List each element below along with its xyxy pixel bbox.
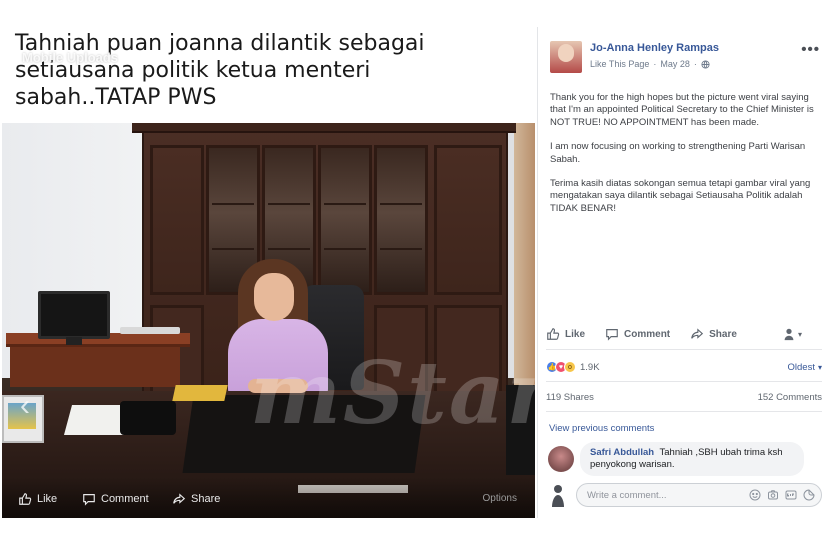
post-header: Jo-Anna Henley Rampas Like This Page · M… <box>550 37 820 77</box>
shelf <box>268 248 310 250</box>
photo-like-label: Like <box>37 493 58 505</box>
share-icon <box>691 328 704 339</box>
composer-tools <box>749 489 815 501</box>
chevron-left-icon[interactable]: ‹ <box>20 389 30 423</box>
more-options-icon[interactable]: ••• <box>801 41 820 58</box>
sticker-icon[interactable] <box>803 489 815 501</box>
divider <box>546 349 822 350</box>
like-label: Like <box>565 328 586 340</box>
post-stats: 119 Shares 152 Comments <box>546 392 822 403</box>
thumbs-up-icon <box>547 328 560 340</box>
shelf <box>380 248 422 250</box>
cabinet-glass-door <box>318 145 372 295</box>
photo-share-button[interactable]: Share <box>172 492 220 506</box>
shares-count[interactable]: 119 Shares <box>546 392 594 403</box>
shelf <box>324 248 366 250</box>
office-photo: mStar ‹ <box>2 121 535 518</box>
emoji-icon[interactable] <box>749 489 761 501</box>
photo-comment-button[interactable]: Comment <box>82 492 149 506</box>
comment-composer: Write a comment... <box>546 479 822 509</box>
shelf <box>268 203 310 205</box>
page-name-link[interactable]: Jo-Anna Henley Rampas <box>590 42 719 54</box>
commenter-avatar[interactable] <box>548 446 574 472</box>
gif-icon[interactable] <box>785 489 797 501</box>
reaction-profile-selector[interactable]: ▾ <box>782 327 802 341</box>
upload-source-label: Mobile Uploads <box>22 50 119 65</box>
comment-input[interactable]: Write a comment... <box>576 483 822 507</box>
reactions-count[interactable]: 1.9K <box>580 362 600 373</box>
share-icon <box>173 493 186 504</box>
photo-options-link[interactable]: Options <box>483 493 517 504</box>
photo-action-bar: Like Comment Share Options <box>2 478 535 518</box>
keyboard <box>120 327 180 334</box>
share-button[interactable]: Share <box>690 327 737 341</box>
comment-button[interactable]: Comment <box>605 327 670 341</box>
comment-input-placeholder: Write a comment... <box>587 489 667 501</box>
like-button[interactable]: Like <box>546 327 585 341</box>
profile-silhouette-icon <box>784 328 794 341</box>
share-label: Share <box>709 328 737 340</box>
thumbs-up-icon <box>19 493 32 505</box>
comments-count[interactable]: 152 Comments <box>758 392 822 403</box>
comment-label: Comment <box>624 328 671 340</box>
comment-icon <box>83 494 95 506</box>
post-paragraph: Terima kasih diatas sokongan semua tetap… <box>550 178 811 214</box>
shelf <box>212 248 254 250</box>
reaction-summary: 👍 ♥ o 1.9K Oldest ▾ <box>546 359 822 375</box>
monitor-stand <box>66 337 82 345</box>
meta-separator: · <box>653 59 657 69</box>
post-paragraph: Thank you for the high hopes but the pic… <box>550 92 814 128</box>
chevron-down-icon: ▾ <box>817 362 822 372</box>
shelf <box>212 203 254 205</box>
camera-icon[interactable] <box>767 489 779 501</box>
comment-bubble: Safri Abdullah Tahniah ,SBH ubah trima k… <box>580 442 804 476</box>
view-previous-comments-link[interactable]: View previous comments <box>549 423 654 434</box>
photo-viewer[interactable]: Tahniah puan joanna dilantik sebagai set… <box>2 27 535 518</box>
photo-caption: Tahniah puan joanna dilantik sebagai set… <box>15 31 425 110</box>
user-avatar-icon <box>552 485 564 507</box>
post-action-bar: Like Comment Share ▾ <box>546 323 822 345</box>
yellow-folder <box>172 385 228 401</box>
cabinet-door <box>150 145 204 295</box>
photo-comment-label: Comment <box>101 493 149 505</box>
page-avatar[interactable] <box>550 41 582 73</box>
globe-icon <box>701 59 710 69</box>
post-panel: Jo-Anna Henley Rampas Like This Page · M… <box>537 27 830 518</box>
post-meta: Like This Page · May 28 · <box>590 59 710 69</box>
cabinet-door <box>434 145 502 295</box>
post-date[interactable]: May 28 <box>660 59 690 69</box>
chevron-down-icon: ▾ <box>797 329 802 339</box>
wow-reaction-icon: o <box>564 361 576 373</box>
desk-phone <box>120 401 176 435</box>
caption-band: Tahniah puan joanna dilantik sebagai set… <box>2 27 535 123</box>
shelf <box>324 203 366 205</box>
shelf <box>380 203 422 205</box>
comment-sort-dropdown[interactable]: Oldest ▾ <box>788 362 822 373</box>
sort-label: Oldest <box>787 361 815 373</box>
brand-watermark: mStar <box>250 343 535 444</box>
comment-author[interactable]: Safri Abdullah <box>590 447 654 458</box>
comment-item: Safri Abdullah Tahniah ,SBH ubah trima k… <box>546 442 822 482</box>
like-page-link[interactable]: Like This Page <box>590 59 649 69</box>
cabinet-glass-door <box>374 145 428 295</box>
meta-separator: · <box>693 59 697 69</box>
divider <box>546 381 822 382</box>
post-paragraph: I am now focusing on working to strength… <box>550 141 806 165</box>
photo-share-label: Share <box>191 493 221 505</box>
comment-icon <box>606 329 618 341</box>
computer-monitor <box>38 291 110 339</box>
side-desk-body <box>10 347 180 387</box>
person-face <box>254 273 294 321</box>
photo-like-button[interactable]: Like <box>18 492 57 506</box>
post-text: Thank you for the high hopes but the pic… <box>550 92 822 227</box>
divider <box>546 411 822 412</box>
